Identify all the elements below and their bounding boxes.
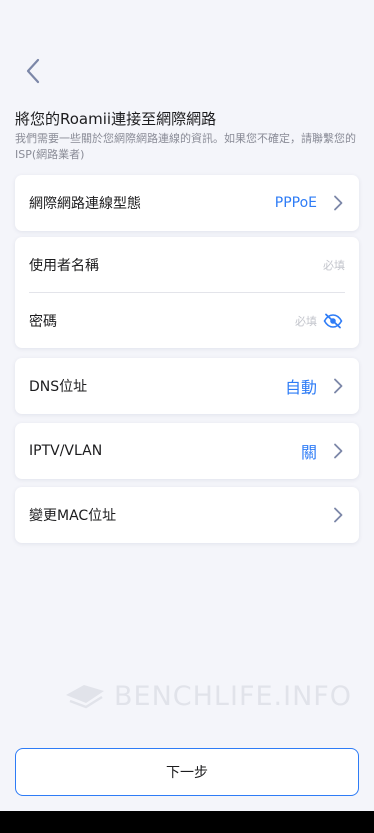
page-subtitle: 我們需要一些關於您網際網路連線的資訊。如果您不確定，請聯繫您的ISP(網路業者): [15, 132, 356, 161]
page-title: 將您的Roamii連接至網際網路: [15, 110, 217, 128]
password-label: 密碼: [29, 314, 57, 330]
chevron-right-icon: [331, 194, 345, 212]
connection-type-value: PPPoE: [274, 195, 317, 211]
mac-label: 變更MAC位址: [29, 508, 117, 524]
iptv-row[interactable]: IPTV/VLAN 關: [15, 423, 359, 479]
password-input[interactable]: [67, 314, 317, 328]
iptv-value: 關: [300, 443, 317, 462]
system-nav-bar: [0, 811, 374, 833]
dns-card: DNS位址 自動: [15, 358, 359, 414]
username-row: 使用者名稱: [15, 237, 359, 293]
mac-card: 變更MAC位址: [15, 487, 359, 543]
dns-row[interactable]: DNS位址 自動: [15, 358, 359, 414]
dns-value: 自動: [284, 378, 317, 397]
iptv-card: IPTV/VLAN 關: [15, 423, 359, 479]
watermark: BENCHLIFE.INFO: [64, 676, 352, 716]
chevron-left-icon: [26, 58, 40, 84]
eye-off-icon[interactable]: [323, 313, 345, 329]
iptv-label: IPTV/VLAN: [29, 443, 103, 459]
connection-type-card: 網際網路連線型態 PPPoE: [15, 175, 359, 231]
dns-label: DNS位址: [29, 379, 88, 395]
connection-type-label: 網際網路連線型態: [29, 196, 141, 212]
chevron-right-icon: [331, 506, 345, 524]
username-label: 使用者名稱: [29, 258, 99, 274]
chevron-right-icon: [331, 442, 345, 460]
credentials-card: 使用者名稱 密碼: [15, 237, 359, 348]
back-button[interactable]: [18, 56, 48, 86]
password-row: 密碼: [15, 293, 359, 349]
username-input[interactable]: [109, 258, 345, 272]
watermark-logo-icon: [66, 685, 104, 709]
mac-row[interactable]: 變更MAC位址: [15, 487, 359, 543]
chevron-right-icon: [331, 377, 345, 395]
watermark-text: BENCHLIFE.INFO: [114, 680, 353, 712]
connection-type-row[interactable]: 網際網路連線型態 PPPoE: [15, 175, 359, 231]
next-button[interactable]: 下一步: [15, 748, 359, 796]
